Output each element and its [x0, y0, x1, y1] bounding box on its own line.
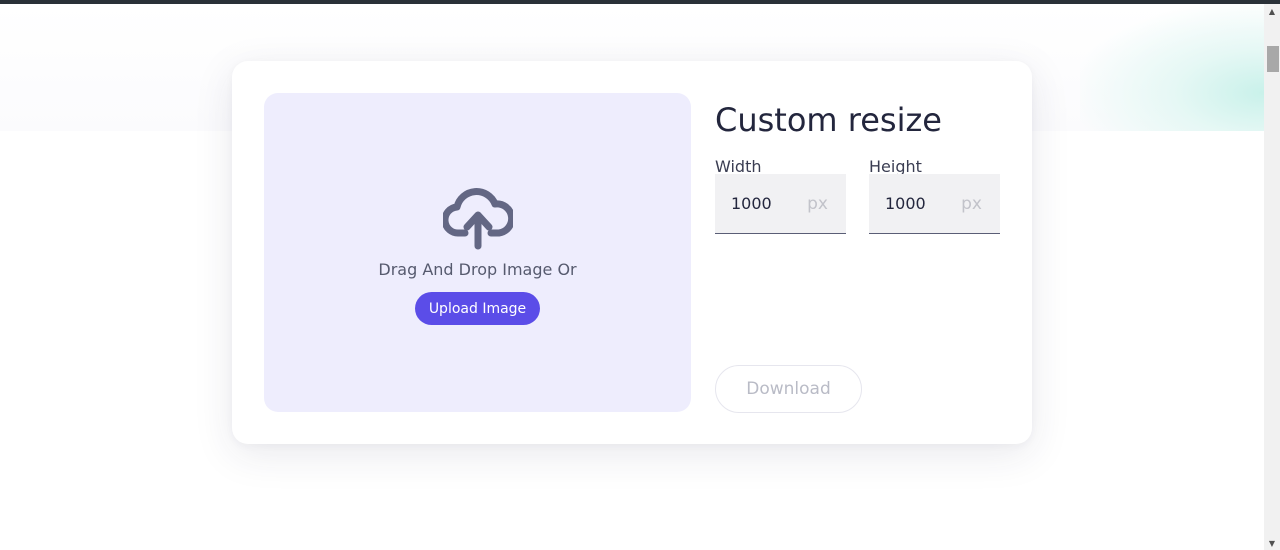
page-title: Custom resize	[715, 101, 942, 139]
width-field[interactable]: 1000 px	[715, 174, 846, 234]
resize-card: Drag And Drop Image Or Upload Image Cust…	[232, 61, 1032, 444]
cloud-upload-icon	[443, 188, 513, 250]
image-dropzone[interactable]: Drag And Drop Image Or Upload Image	[264, 93, 691, 412]
height-field[interactable]: 1000 px	[869, 174, 1000, 234]
height-value[interactable]: 1000	[885, 194, 926, 213]
scrollbar[interactable]: ▲ ▼	[1264, 4, 1280, 550]
width-unit: px	[807, 194, 828, 214]
width-value[interactable]: 1000	[731, 194, 772, 213]
height-unit: px	[961, 194, 982, 214]
drop-instruction: Drag And Drop Image Or	[378, 260, 577, 279]
scroll-up-icon[interactable]: ▲	[1264, 4, 1280, 18]
resize-panel: Custom resize Width 1000 px Height 1000 …	[715, 93, 1005, 413]
decorative-glow	[1080, 4, 1264, 131]
upload-image-button[interactable]: Upload Image	[415, 292, 540, 325]
download-button[interactable]: Download	[715, 365, 862, 413]
scroll-down-icon[interactable]: ▼	[1264, 536, 1280, 550]
scroll-thumb[interactable]	[1267, 46, 1279, 72]
